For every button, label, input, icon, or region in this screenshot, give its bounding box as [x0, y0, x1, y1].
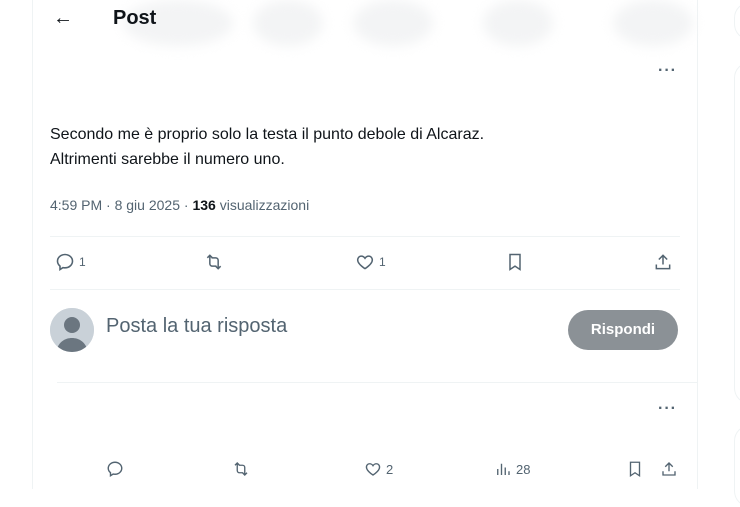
heart-icon: [365, 463, 381, 476]
bookmark-icon: [629, 461, 641, 478]
divider: [57, 382, 697, 383]
repost-icon: [234, 462, 248, 476]
reply-input[interactable]: Posta la tua risposta: [106, 315, 287, 338]
reply-action[interactable]: [106, 460, 124, 478]
views-count: 28: [516, 461, 531, 477]
right-sidebar-search[interactable]: [734, 2, 740, 40]
repost-action[interactable]: [203, 252, 225, 272]
bookmark-action[interactable]: [626, 460, 644, 478]
post-meta: 4:59 PM · 8 giu 2025 · 136 visualizzazio…: [50, 197, 309, 213]
views-label: visualizzazioni: [219, 197, 310, 213]
heart-icon: [356, 255, 374, 270]
like-action[interactable]: 1: [355, 252, 386, 272]
reply-icon: [107, 461, 123, 478]
post-text-line: Secondo me è proprio solo la testa il pu…: [50, 126, 485, 143]
avatar: [50, 308, 94, 352]
separator-dot: ·: [106, 197, 111, 213]
post-time[interactable]: 4:59 PM: [50, 197, 102, 213]
like-action[interactable]: 2: [364, 460, 393, 478]
share-action[interactable]: [653, 252, 673, 272]
right-sidebar-card: [734, 425, 740, 507]
bookmark-icon: [509, 253, 521, 271]
repost-action[interactable]: [231, 460, 251, 478]
reply-action[interactable]: 1: [55, 252, 86, 272]
page-title: Post: [113, 7, 157, 29]
back-arrow-icon[interactable]: ←: [53, 6, 73, 30]
like-count: 1: [379, 255, 386, 269]
page-header: ← Post: [33, 0, 697, 46]
views-count: 136: [192, 197, 216, 213]
divider: [50, 289, 680, 290]
reply-icon: [56, 253, 74, 271]
share-icon: [655, 254, 671, 270]
default-avatar-icon: [50, 308, 94, 352]
separator-dot: ·: [183, 197, 189, 213]
repost-icon: [206, 254, 222, 270]
bookmark-action[interactable]: [505, 252, 525, 272]
analytics-icon: [497, 463, 510, 475]
blurred-background: [613, 0, 693, 46]
reply-button[interactable]: Rispondi: [568, 310, 678, 350]
column-border-right: [697, 0, 698, 489]
column-border-left: [32, 0, 33, 489]
like-count: 2: [386, 461, 394, 477]
blurred-background: [353, 0, 433, 46]
reply-count: 1: [79, 255, 86, 269]
post-text: Secondo me è proprio solo la testa il pu…: [50, 122, 650, 172]
divider: [50, 236, 680, 237]
more-options-icon[interactable]: ···: [658, 62, 677, 80]
share-icon: [662, 462, 676, 476]
right-sidebar-card: [734, 62, 740, 404]
blurred-background: [483, 0, 553, 46]
views-action[interactable]: 28: [494, 460, 530, 478]
post-date[interactable]: 8 giu 2025: [115, 197, 180, 213]
more-options-icon[interactable]: ···: [658, 400, 677, 418]
share-action[interactable]: [660, 460, 678, 478]
blurred-background: [253, 0, 323, 46]
post-text-line: Altrimenti sarebbe il numero uno.: [50, 151, 285, 168]
